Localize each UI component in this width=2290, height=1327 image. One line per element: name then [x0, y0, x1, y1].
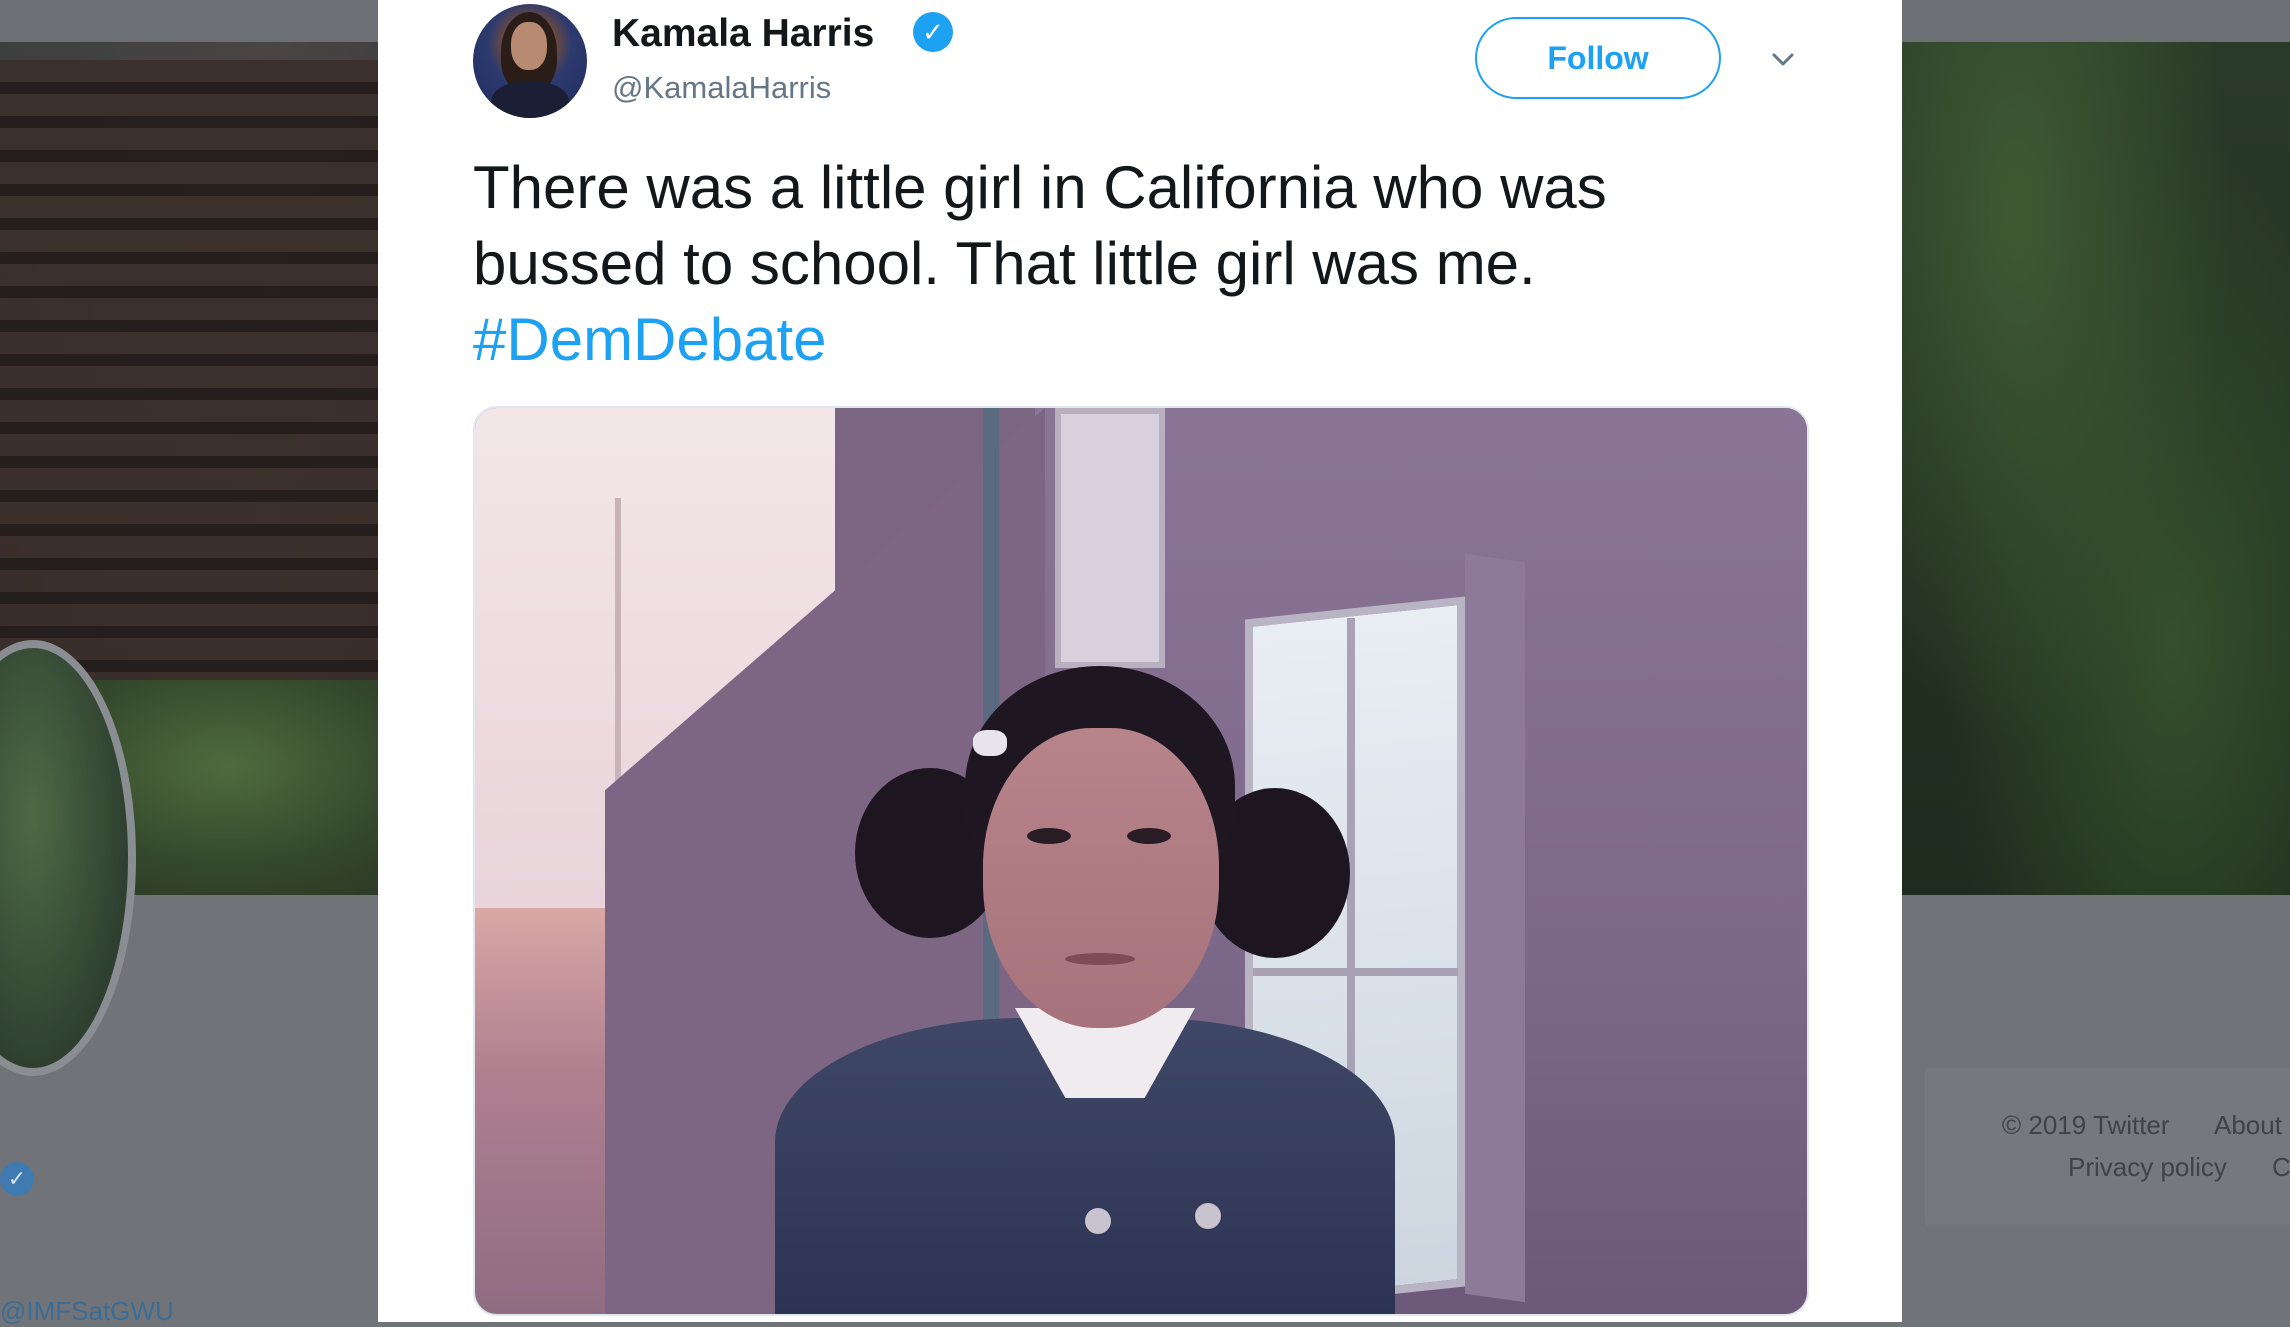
photo-mouth: [1065, 953, 1135, 965]
footer-more-link[interactable]: C: [2272, 1152, 2290, 1183]
follow-button[interactable]: Follow: [1475, 17, 1721, 99]
background-footer-box: [1925, 1068, 2290, 1226]
author-display-name[interactable]: Kamala Harris: [612, 12, 874, 56]
photo-neighbor-roof: [475, 908, 605, 1314]
avatar-body: [491, 82, 569, 118]
hashtag-link[interactable]: #DemDebate: [473, 306, 827, 373]
avatar-face: [511, 22, 547, 70]
photo-jacket-button: [1085, 1208, 1111, 1234]
photo-eye: [1027, 828, 1071, 844]
background-roof-photo: [0, 60, 380, 680]
photo-upper-window: [1055, 408, 1165, 668]
footer-about-link[interactable]: About: [2214, 1110, 2282, 1141]
background-mention-link[interactable]: @IMFSatGWU: [0, 1296, 174, 1327]
tweet-text-line-1: There was a little girl in California wh…: [473, 154, 1607, 221]
photo-hair-bow: [973, 730, 1007, 756]
footer-privacy-link[interactable]: Privacy policy: [2068, 1152, 2227, 1183]
footer-copyright: © 2019 Twitter: [2002, 1110, 2170, 1140]
tweet-text: There was a little girl in California wh…: [473, 150, 1803, 378]
author-handle[interactable]: @KamalaHarris: [612, 70, 831, 106]
photo-window-frame: [1253, 968, 1458, 976]
photo-jacket-button: [1195, 1203, 1221, 1229]
tweet-photo[interactable]: [473, 406, 1809, 1316]
photo-face: [983, 728, 1219, 1028]
author-avatar[interactable]: [473, 4, 587, 118]
tweet-card: Kamala Harris ✓ @KamalaHarris Follow The…: [378, 0, 1902, 1322]
photo-eye: [1127, 828, 1171, 844]
verified-badge-icon: ✓: [913, 12, 953, 52]
photo-window-shutter: [1465, 553, 1525, 1303]
background-foliage-right: [1900, 42, 2290, 895]
background-verified-icon: ✓: [0, 1162, 34, 1196]
chevron-down-icon[interactable]: [1768, 44, 1798, 74]
tweet-text-line-2: bussed to school. That little girl was m…: [473, 230, 1536, 297]
